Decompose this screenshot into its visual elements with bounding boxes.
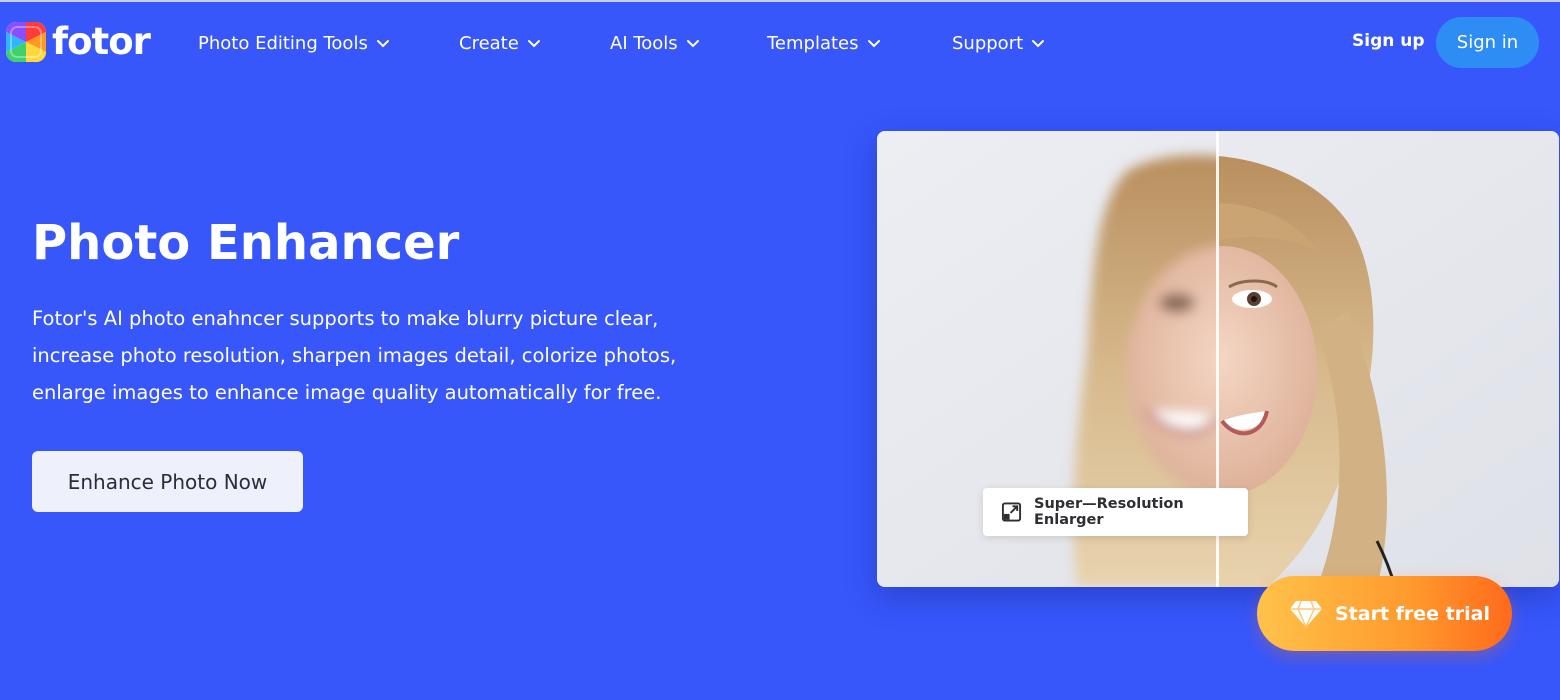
trial-label: Start free trial — [1335, 602, 1490, 625]
description-line: enlarge images to enhance image quality … — [32, 381, 662, 404]
expand-arrow-icon — [1001, 502, 1022, 522]
nav-photo-editing-tools[interactable]: Photo Editing Tools — [198, 30, 390, 56]
super-resolution-badge: Super—Resolution Enlarger — [983, 488, 1248, 536]
chevron-down-icon — [376, 39, 389, 47]
nav-label: Templates — [767, 32, 859, 54]
page-title: Photo Enhancer — [32, 215, 460, 271]
fotor-logo-icon — [6, 22, 46, 62]
enhance-photo-now-button[interactable]: Enhance Photo Now — [32, 451, 303, 512]
start-free-trial-button[interactable]: Start free trial — [1257, 576, 1512, 651]
nav-ai-tools[interactable]: AI Tools — [610, 30, 700, 56]
chevron-down-icon — [686, 39, 699, 47]
nav-label: AI Tools — [610, 32, 678, 54]
nav-label: Photo Editing Tools — [198, 32, 368, 54]
top-border — [0, 0, 1560, 2]
nav-create[interactable]: Create — [459, 30, 541, 56]
chevron-down-icon — [867, 39, 880, 47]
diamond-icon — [1290, 600, 1322, 627]
nav-label: Create — [459, 32, 519, 54]
logo-wordmark: fotor — [52, 20, 151, 63]
nav-label: Support — [952, 32, 1024, 54]
nav-templates[interactable]: Templates — [767, 30, 881, 56]
description-line: increase photo resolution, sharpen image… — [32, 344, 677, 367]
nav-support[interactable]: Support — [952, 30, 1045, 56]
hero-description: Fotor's AI photo enahncer supports to ma… — [32, 300, 792, 411]
chevron-down-icon — [527, 39, 540, 47]
chevron-down-icon — [1032, 39, 1045, 47]
sign-up-link[interactable]: Sign up — [1352, 31, 1425, 51]
fotor-logo[interactable]: fotor — [6, 20, 151, 63]
badge-label: Super—Resolution Enlarger — [1034, 496, 1184, 528]
description-line: Fotor's AI photo enahncer supports to ma… — [32, 307, 659, 330]
sign-in-button[interactable]: Sign in — [1436, 17, 1539, 68]
